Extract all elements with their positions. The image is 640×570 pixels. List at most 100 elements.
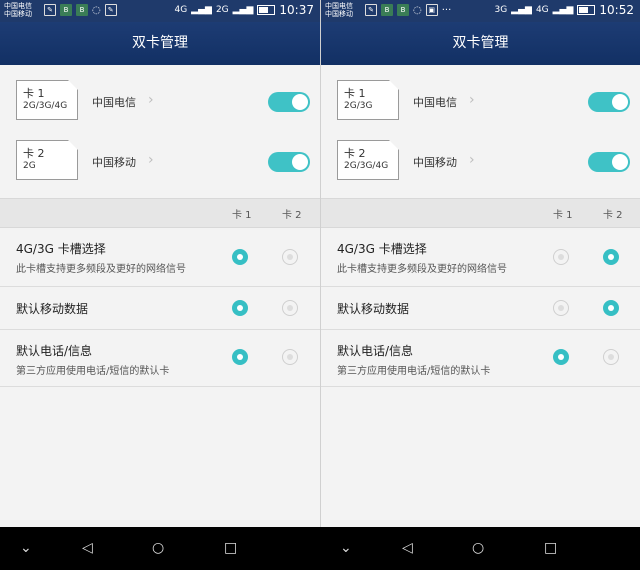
carrier-1: 中国电信 [325,2,353,10]
radio-sim2[interactable] [282,300,298,316]
left-screen: 中国电信 中国移动 ✎ B B ◌ ✎ 4G ▂▄▆ 2G ▂▄▆ 10:37 … [0,0,320,570]
setting-title: 4G/3G 卡槽选择 [337,242,427,256]
setting-subtitle: 第三方应用使用电话/短信的默认卡 [16,366,170,377]
sim-type: 2G [23,161,36,171]
signal-icon: ▂▄▆ [552,5,574,15]
back-icon[interactable]: ◁ [402,540,413,556]
sim-operator: 中国移动 [413,156,457,169]
signal-icon: ▂▄▆ [232,5,254,15]
col-sim1: 卡 1 [232,210,252,221]
app-icon: B [381,4,393,16]
setting-row-slot: 4G/3G 卡槽选择 此卡槽支持更多频段及更好的网络信号 [321,228,640,287]
radio-sim1[interactable] [553,300,569,316]
column-header: 卡 1 卡 2 [0,198,320,228]
chevron-right-icon: › [148,152,154,168]
app-icon: B [76,4,88,16]
setting-title: 4G/3G 卡槽选择 [16,242,106,256]
setting-row-call: 默认电话/信息 第三方应用使用电话/短信的默认卡 [321,330,640,387]
setting-title: 默认移动数据 [337,302,410,316]
setting-row-data: 默认移动数据 [0,287,320,330]
carrier-2: 中国移动 [4,10,32,18]
chat-icon: ◌ [413,4,422,16]
radio-sim2[interactable] [282,249,298,265]
chat-icon: ◌ [92,4,101,16]
sim-card-icon: 卡 2 2G/3G/4G [337,140,399,180]
clock: 10:37 [279,3,314,17]
setting-subtitle: 第三方应用使用电话/短信的默认卡 [337,366,491,377]
sim-name: 卡 1 [344,87,366,100]
chevron-right-icon: › [469,152,475,168]
recent-apps-icon[interactable]: □ [544,540,557,556]
col-sim2: 卡 2 [603,210,623,221]
carrier-labels: 中国电信 中国移动 [4,2,32,18]
carrier-labels: 中国电信 中国移动 [325,2,353,18]
sim-row-2[interactable]: 卡 2 2G/3G/4G 中国移动 › [321,130,640,188]
radio-sim2[interactable] [603,349,619,365]
back-icon[interactable]: ◁ [82,540,93,556]
sim-type: 2G/3G [344,101,373,111]
setting-row-slot: 4G/3G 卡槽选择 此卡槽支持更多频段及更好的网络信号 [0,228,320,287]
home-icon[interactable]: ○ [472,540,484,556]
sim-name: 卡 1 [23,87,45,100]
setting-title: 默认移动数据 [16,302,89,316]
app-icon: B [60,4,72,16]
col-sim1: 卡 1 [553,210,573,221]
battery-icon [257,5,276,15]
radio-sim2[interactable] [603,300,619,316]
signal-icon: ▂▄▆ [191,5,212,15]
recent-apps-icon[interactable]: □ [224,540,237,556]
page-title: 双卡管理 [321,22,640,65]
sim-card-icon: 卡 2 2G [16,140,78,180]
network-2g: 2G [215,5,229,15]
radio-sim2[interactable] [282,349,298,365]
sim-type: 2G/3G/4G [23,101,68,111]
page-title: 双卡管理 [0,22,320,65]
col-sim2: 卡 2 [282,210,302,221]
radio-sim2[interactable] [603,249,619,265]
status-bar: 中国电信 中国移动 ✎ B B ◌ ▣ ··· 3G ▂▄▆ 4G ▂▄▆ 10… [321,0,640,22]
radio-sim1[interactable] [232,249,248,265]
setting-subtitle: 此卡槽支持更多频段及更好的网络信号 [337,264,507,275]
sim-card-icon: 卡 1 2G/3G/4G [16,80,78,120]
radio-sim1[interactable] [553,249,569,265]
chevron-right-icon: › [148,92,154,108]
right-screen: 中国电信 中国移动 ✎ B B ◌ ▣ ··· 3G ▂▄▆ 4G ▂▄▆ 10… [320,0,640,570]
sim-row-2[interactable]: 卡 2 2G 中国移动 › [0,130,320,188]
signal-icon: ▂▄▆ [511,5,532,15]
setting-title: 默认电话/信息 [16,344,93,358]
setting-row-call: 默认电话/信息 第三方应用使用电话/短信的默认卡 [0,330,320,387]
chevron-down-icon[interactable]: ⌄ [20,540,32,556]
sim-name: 卡 2 [344,147,366,160]
sim-row-1[interactable]: 卡 1 2G/3G/4G 中国电信 › [0,72,320,130]
navigation-bar: ⌄ ◁ ○ □ ⌄ ◁ ○ □ [0,527,640,570]
app-icon: B [397,4,409,16]
radio-sim1[interactable] [553,349,569,365]
radio-sim1[interactable] [232,349,248,365]
network-4g: 4G [535,5,549,15]
battery-icon [577,5,596,15]
sim-toggle[interactable] [268,92,310,112]
sim-toggle[interactable] [588,92,630,112]
sim-card-icon: 卡 1 2G/3G [337,80,399,120]
chevron-down-icon[interactable]: ⌄ [340,540,352,556]
setting-subtitle: 此卡槽支持更多频段及更好的网络信号 [16,264,186,275]
sim-name: 卡 2 [23,147,45,160]
edit-icon: ✎ [104,4,117,16]
setting-title: 默认电话/信息 [337,344,414,358]
sim-row-1[interactable]: 卡 1 2G/3G 中国电信 › [321,72,640,130]
network-4g: 4G [174,5,188,15]
sim-type: 2G/3G/4G [344,161,389,171]
home-icon[interactable]: ○ [152,540,164,556]
sim-toggle[interactable] [588,152,630,172]
clock: 10:52 [599,3,634,17]
radio-sim1[interactable] [232,300,248,316]
chevron-right-icon: › [469,92,475,108]
sim-operator: 中国电信 [413,96,457,109]
more-icon: ··· [441,4,452,16]
sim-toggle[interactable] [268,152,310,172]
edit-icon: ✎ [44,4,56,16]
setting-row-data: 默认移动数据 [321,287,640,330]
sim-operator: 中国移动 [92,156,136,169]
network-3g: 3G [494,5,508,15]
carrier-1: 中国电信 [4,2,32,10]
